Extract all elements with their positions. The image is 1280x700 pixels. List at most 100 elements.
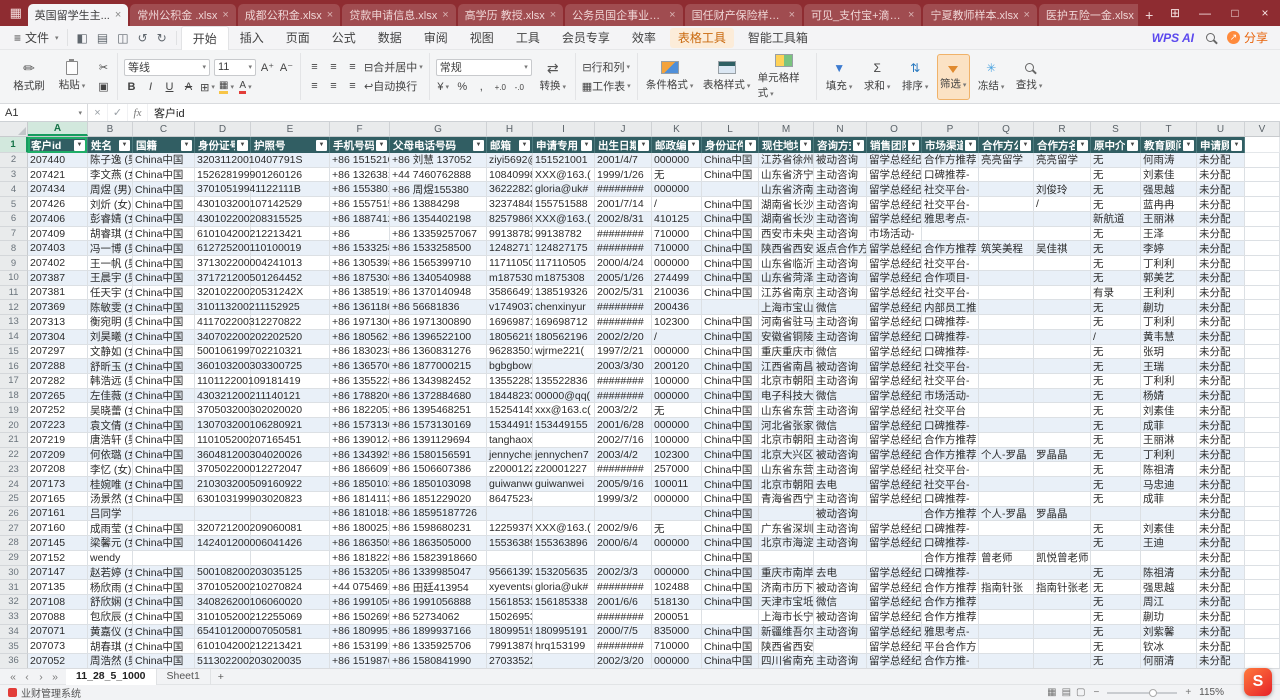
cell-P11[interactable]: 社交平台-: [922, 286, 979, 301]
cell-B22[interactable]: 何依璐 (女: [88, 448, 133, 463]
cell-H28[interactable]: 155363896: [487, 536, 533, 551]
ribbon-filter-button[interactable]: 筛选▾: [937, 54, 970, 100]
cell-G10[interactable]: +86 1340540988: [390, 271, 487, 286]
cell-F11[interactable]: +86 13851932: [330, 286, 390, 301]
cell-H23[interactable]: z20001227: [487, 462, 533, 477]
cell-K27[interactable]: 无: [652, 521, 702, 536]
filter-dropdown-icon[interactable]: ▼: [519, 140, 530, 151]
ribbon-freeze-button[interactable]: ✳冻结▾: [975, 54, 1008, 100]
sheet-tab-Sheet1[interactable]: Sheet1: [157, 669, 211, 685]
column-header-S[interactable]: S: [1091, 122, 1141, 136]
empty-cell[interactable]: [1245, 256, 1280, 271]
menu-tab-公式[interactable]: 公式: [321, 26, 367, 50]
cell-K24[interactable]: 100011: [652, 477, 702, 492]
cell-H35[interactable]: 799138782: [487, 639, 533, 654]
cell-G19[interactable]: +86 1395468251: [390, 403, 487, 418]
cell-A35[interactable]: 207073: [28, 639, 88, 654]
cell-R21[interactable]: [1034, 433, 1091, 448]
column-header-V[interactable]: V: [1245, 122, 1280, 136]
cell-M14[interactable]: 安徽省铜陵: [759, 330, 814, 345]
cell-S30[interactable]: 无: [1091, 566, 1141, 581]
select-all-corner[interactable]: [0, 122, 28, 136]
cell-D24[interactable]: 210303200509160922: [195, 477, 251, 492]
cell-B20[interactable]: 袁文倩 (女: [88, 418, 133, 433]
cell-F18[interactable]: +86 17882007: [330, 389, 390, 404]
cell-Q34[interactable]: [979, 625, 1034, 640]
empty-cell[interactable]: [1245, 610, 1280, 625]
ribbon-sort-button[interactable]: ⇅排序▾: [899, 54, 932, 100]
row-number[interactable]: 36: [0, 654, 28, 668]
cell-S3[interactable]: 无: [1091, 168, 1141, 183]
cell-I19[interactable]: xxx@163.c(: [533, 403, 595, 418]
cell-F20[interactable]: +86 15731301: [330, 418, 390, 433]
cell-R26[interactable]: 罗晶晶: [1034, 507, 1091, 522]
cell-N16[interactable]: 被动咨询: [814, 359, 867, 374]
cell-S11[interactable]: 有录: [1091, 286, 1141, 301]
cell-Q21[interactable]: [979, 433, 1034, 448]
cell-M11[interactable]: 江苏省南京: [759, 286, 814, 301]
cell-M24[interactable]: 北京市朝阳: [759, 477, 814, 492]
cell-M20[interactable]: 河北省张家: [759, 418, 814, 433]
cell-B30[interactable]: 赵若婷 (女: [88, 566, 133, 581]
cell-R13[interactable]: [1034, 315, 1091, 330]
cell-F33[interactable]: +86 15026953: [330, 610, 390, 625]
underline-button[interactable]: U: [162, 80, 177, 95]
wps-assistant-logo[interactable]: S: [1244, 668, 1272, 696]
cell-J24[interactable]: 2005/9/16: [595, 477, 652, 492]
cell-M32[interactable]: 天津市宝坻: [759, 595, 814, 610]
cell-R31[interactable]: 指南针张老: [1034, 580, 1091, 595]
cell-P5[interactable]: 社交平台-: [922, 197, 979, 212]
cell-B2[interactable]: 陈子逸 (男: [88, 153, 133, 168]
row-number[interactable]: 19: [0, 403, 28, 418]
cell-B26[interactable]: 吕同学: [88, 507, 133, 522]
header-cell-Q[interactable]: 合作方公司▼: [979, 137, 1034, 153]
last-sheet-icon[interactable]: »: [50, 671, 60, 683]
cell-F4[interactable]: +86 15538019: [330, 182, 390, 197]
cell-D8[interactable]: 612725200110100019: [195, 241, 251, 256]
cell-N34[interactable]: 主动咨询: [814, 625, 867, 640]
cell-G16[interactable]: +86 1877000215: [390, 359, 487, 374]
header-cell-J[interactable]: 出生日期▼: [595, 137, 652, 153]
cell-C29[interactable]: [133, 551, 195, 566]
cell-S4[interactable]: 无: [1091, 182, 1141, 197]
empty-cell[interactable]: [1245, 197, 1280, 212]
cell-A7[interactable]: 207409: [28, 227, 88, 242]
comma-style-icon[interactable]: ,: [474, 80, 489, 95]
cell-M8[interactable]: 陕西省西安: [759, 241, 814, 256]
cell-J11[interactable]: 2002/5/31: [595, 286, 652, 301]
cell-U25[interactable]: 未分配: [1197, 492, 1245, 507]
cell-D16[interactable]: 360103200303300725: [195, 359, 251, 374]
cell-C12[interactable]: China中国: [133, 300, 195, 315]
tab-close-icon[interactable]: ×: [115, 9, 121, 21]
cell-J9[interactable]: 2000/4/24: [595, 256, 652, 271]
cell-T29[interactable]: [1141, 551, 1197, 566]
cell-B3[interactable]: 李文燕 (女: [88, 168, 133, 183]
cell-F27[interactable]: +86 18002510: [330, 521, 390, 536]
first-sheet-icon[interactable]: «: [8, 671, 18, 683]
cell-P4[interactable]: 社交平台-: [922, 182, 979, 197]
cell-N3[interactable]: 主动咨询: [814, 168, 867, 183]
cell-D10[interactable]: 371721200501264452: [195, 271, 251, 286]
cell-U3[interactable]: 未分配: [1197, 168, 1245, 183]
cell-I5[interactable]: 155751588: [533, 197, 595, 212]
cell-H30[interactable]: 956613934: [487, 566, 533, 581]
cell-D9[interactable]: 371302200004241013: [195, 256, 251, 271]
cell-O12[interactable]: 留学总经纪: [867, 300, 922, 315]
cell-K8[interactable]: 710000: [652, 241, 702, 256]
cell-J8[interactable]: ########: [595, 241, 652, 256]
cell-K36[interactable]: 000000: [652, 654, 702, 668]
cell-T17[interactable]: 丁利利: [1141, 374, 1197, 389]
file-menu-button[interactable]: ≡ 文件 ▾: [6, 29, 68, 46]
cell-N8[interactable]: 返点合作方: [814, 241, 867, 256]
cell-G30[interactable]: +86 1339985047: [390, 566, 487, 581]
cell-M33[interactable]: 上海市长宁: [759, 610, 814, 625]
empty-cell[interactable]: [1245, 227, 1280, 242]
empty-cell[interactable]: [1245, 182, 1280, 197]
cell-T3[interactable]: 刘素佳: [1141, 168, 1197, 183]
cell-L4[interactable]: [702, 182, 759, 197]
cell-J21[interactable]: 2002/7/16: [595, 433, 652, 448]
file-tab[interactable]: 可见_支付宝+滴滴...×: [804, 4, 921, 26]
cell-P35[interactable]: 平台合作方: [922, 639, 979, 654]
header-cell-S[interactable]: 原中介机构▼: [1091, 137, 1141, 153]
cell-B36[interactable]: 周浩然 (男: [88, 654, 133, 668]
